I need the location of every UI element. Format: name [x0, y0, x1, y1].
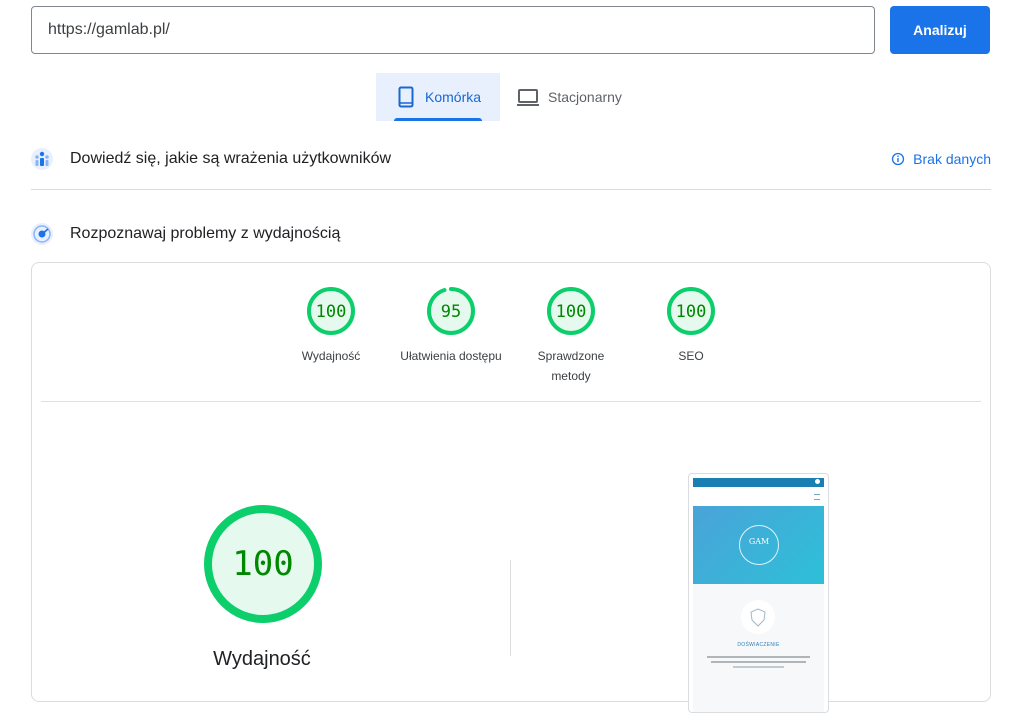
- performance-main-gauge: 100: [204, 505, 322, 623]
- diagnose-icon: [31, 223, 53, 245]
- gauges-divider: [41, 401, 981, 402]
- score-label: Sprawdzone metody: [537, 349, 605, 383]
- thumbnail-header-bar: [693, 478, 824, 487]
- smartphone-icon: [398, 86, 414, 108]
- lab-data-section: Rozpoznawaj problemy z wydajnością: [31, 219, 991, 249]
- main-score-value: 100: [232, 544, 293, 584]
- score-value: 100: [316, 302, 347, 322]
- tab-mobile-label: Komórka: [425, 89, 482, 105]
- active-tab-indicator: [394, 118, 482, 121]
- thumbnail-logo-text: GAM: [748, 537, 770, 546]
- section-divider: [31, 189, 991, 190]
- field-data-title: Dowiedź się, jakie są wrażenia użytkowni…: [70, 150, 392, 167]
- tab-desktop[interactable]: Stacjonarny: [516, 73, 646, 121]
- thumbnail-text-line: [711, 661, 806, 663]
- thumbnail-hero: GAM: [693, 506, 824, 584]
- thumbnail-content: DOŚWIACZENIE: [693, 584, 824, 712]
- shield-icon: [741, 600, 775, 634]
- score-gauge-ring: 95: [427, 287, 475, 335]
- field-data-section: Dowiedź się, jakie są wrażenia użytkowni…: [31, 144, 991, 174]
- thumbnail-text-line: [707, 656, 810, 658]
- score-value: 100: [676, 302, 707, 322]
- score-value: 95: [441, 302, 461, 322]
- score-gauge-accessibility[interactable]: 95 Ułatwienia dostępu: [391, 285, 511, 366]
- score-gauge-seo[interactable]: 100 SEO: [631, 285, 751, 366]
- score-gauge-best-practices[interactable]: 100 Sprawdzone metody: [511, 285, 631, 386]
- url-input[interactable]: [31, 6, 875, 54]
- no-data-link[interactable]: Brak danych: [891, 144, 991, 174]
- score-gauge-performance[interactable]: 100 Wydajność: [271, 285, 391, 366]
- users-experience-icon: [31, 148, 53, 170]
- page-screenshot-thumbnail: GAM DOŚWIACZENIE: [688, 473, 829, 713]
- score-value: 100: [556, 302, 587, 322]
- score-label: Wydajność: [301, 349, 361, 363]
- thumbnail-text-line: [733, 666, 784, 668]
- lab-data-title: Rozpoznawaj problemy z wydajnością: [70, 225, 341, 242]
- score-gauge-ring: 100: [667, 287, 715, 335]
- laptop-icon: [517, 89, 539, 106]
- score-gauge-ring: 100: [547, 287, 595, 335]
- score-gauge-ring: 100: [307, 287, 355, 335]
- score-label: SEO: [678, 349, 704, 363]
- score-label: Ułatwienia dostępu: [400, 349, 502, 363]
- thumbnail-menu-dot: [815, 479, 820, 484]
- no-data-label: Brak danych: [913, 151, 991, 167]
- lab-report-card: 100 Wydajność 95 Ułatwienia dostępu 100 …: [31, 262, 991, 713]
- info-icon: [892, 152, 905, 166]
- thumbnail-heading: DOŚWIACZENIE: [737, 642, 780, 648]
- tab-mobile[interactable]: Komórka: [376, 73, 500, 121]
- tab-desktop-label: Stacjonarny: [548, 89, 622, 105]
- analyze-button[interactable]: Analizuj: [890, 6, 990, 54]
- main-score-label: Wydajność: [213, 648, 311, 670]
- hamburger-icon: [814, 494, 820, 500]
- vertical-separator: [510, 560, 511, 656]
